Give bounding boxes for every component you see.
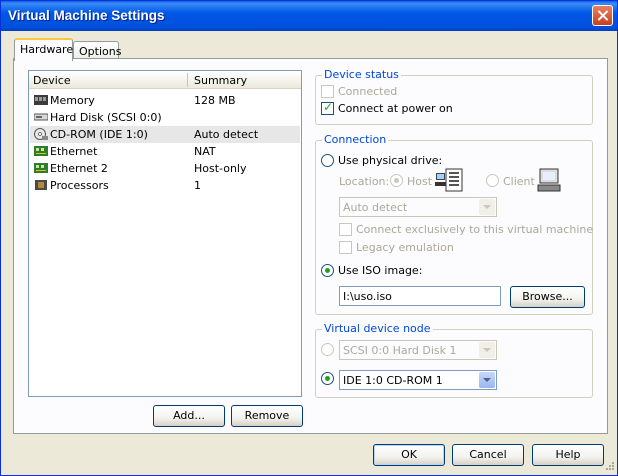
title-bar[interactable]: Virtual Machine Settings (1, 1, 617, 31)
device-status-label: Device status (322, 68, 401, 81)
device-summary: NAT (194, 145, 216, 158)
device-row-ethernet[interactable]: Ethernet NAT (30, 143, 300, 160)
cancel-button[interactable]: Cancel (452, 444, 524, 466)
device-name: Ethernet 2 (50, 162, 108, 175)
tab-options-label: Options (79, 45, 122, 58)
column-header-device[interactable]: Device (33, 74, 71, 87)
device-row-memory[interactable]: Memory 128 MB (30, 92, 300, 109)
cdrom-icon (34, 128, 48, 140)
radio-dot (325, 268, 330, 273)
ide-node-select[interactable]: IDE 1:0 CD-ROM 1 (339, 370, 497, 390)
browse-button[interactable]: Browse... (510, 286, 585, 308)
location-label: Location: (339, 175, 390, 188)
column-separator[interactable] (187, 73, 188, 87)
physical-drive-select[interactable]: Auto detect (339, 197, 497, 217)
resize-grip-icon[interactable] (603, 461, 615, 473)
device-summary: Host-only (194, 162, 247, 175)
device-name: Processors (50, 179, 109, 192)
list-header: Device Summary (29, 71, 301, 89)
network-card-icon (34, 146, 48, 156)
network-card-icon (34, 163, 48, 173)
tab-hardware-label: Hardware (20, 43, 74, 56)
legacy-emulation-checkbox[interactable] (339, 241, 352, 254)
ok-button[interactable]: OK (373, 444, 445, 466)
device-name: Ethernet (50, 145, 98, 158)
radio-dot (394, 178, 399, 183)
hard-disk-icon (34, 113, 48, 121)
location-client-label: Client (503, 175, 535, 188)
connected-checkbox[interactable] (321, 85, 334, 98)
use-iso-image-label: Use ISO image: (338, 264, 423, 277)
processor-icon (35, 180, 47, 190)
connect-exclusively-label: Connect exclusively to this virtual mach… (356, 223, 594, 236)
device-name: Memory (50, 94, 95, 107)
physical-drive-value: Auto detect (343, 201, 408, 214)
connect-exclusively-checkbox[interactable] (339, 223, 352, 236)
use-physical-drive-label: Use physical drive: (338, 154, 443, 167)
vm-settings-dialog: Virtual Machine Settings Hardware Option… (0, 0, 618, 476)
device-name: Hard Disk (SCSI 0:0) (50, 111, 162, 124)
connect-at-power-on-checkbox[interactable]: ✓ (321, 100, 334, 115)
chevron-down-icon[interactable] (479, 372, 495, 388)
scsi-node-select[interactable]: SCSI 0:0 Hard Disk 1 (339, 340, 497, 360)
connection-label: Connection (322, 133, 389, 146)
host-computer-icon (435, 168, 463, 192)
device-name: CD-ROM (IDE 1:0) (50, 128, 148, 141)
close-icon (593, 6, 612, 25)
close-button[interactable] (592, 5, 613, 26)
location-client-radio[interactable] (486, 174, 499, 187)
location-host-label: Host (407, 175, 433, 188)
connect-at-power-on-label: Connect at power on (338, 102, 453, 115)
help-button[interactable]: Help (532, 444, 604, 466)
checkmark-icon: ✓ (323, 100, 334, 114)
device-summary: 128 MB (194, 94, 236, 107)
chevron-down-icon[interactable] (479, 199, 495, 215)
column-header-summary[interactable]: Summary (194, 74, 247, 87)
remove-device-button[interactable]: Remove (231, 405, 303, 427)
use-iso-image-radio[interactable] (321, 264, 334, 277)
location-host-radio[interactable] (390, 174, 403, 187)
tab-hardware[interactable]: Hardware (14, 38, 73, 61)
ide-node-radio[interactable] (321, 372, 334, 385)
scsi-node-value: SCSI 0:0 Hard Disk 1 (343, 344, 457, 357)
device-summary: 1 (194, 179, 201, 192)
ide-node-value: IDE 1:0 CD-ROM 1 (343, 374, 443, 387)
memory-icon (34, 95, 48, 105)
device-row-cdrom[interactable]: CD-ROM (IDE 1:0) Auto detect (30, 126, 300, 143)
legacy-emulation-label: Legacy emulation (356, 241, 454, 254)
iso-path-value: I:\uso.iso (343, 290, 392, 303)
virtual-device-node-label: Virtual device node (322, 322, 433, 335)
device-summary: Auto detect (194, 128, 259, 141)
device-row-ethernet-2[interactable]: Ethernet 2 Host-only (30, 160, 300, 177)
add-device-button[interactable]: Add... (153, 405, 225, 427)
device-status-group: Device status (315, 68, 593, 125)
client-computer-icon (537, 168, 561, 192)
device-row-processors[interactable]: Processors 1 (30, 177, 300, 194)
iso-path-input[interactable]: I:\uso.iso (339, 286, 501, 306)
scsi-node-radio[interactable] (321, 343, 334, 356)
use-physical-drive-radio[interactable] (321, 154, 334, 167)
device-list[interactable]: Device Summary Memory 128 MB Hard Disk (… (28, 70, 302, 397)
radio-dot (325, 376, 330, 381)
device-row-hard-disk[interactable]: Hard Disk (SCSI 0:0) (30, 109, 300, 126)
window-title: Virtual Machine Settings (8, 8, 165, 23)
connected-label: Connected (338, 85, 398, 98)
chevron-down-icon[interactable] (479, 342, 495, 358)
